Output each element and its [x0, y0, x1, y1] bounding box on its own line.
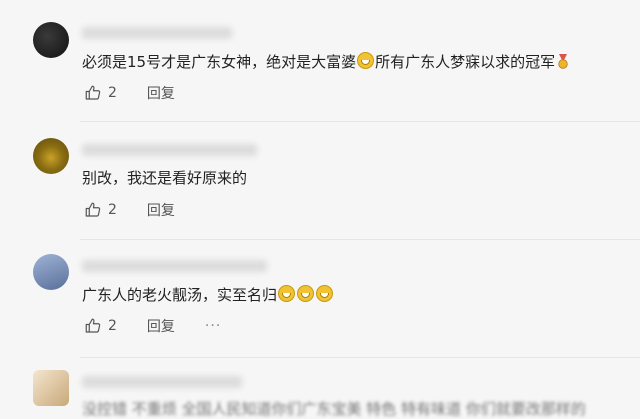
thumbs-up-icon	[85, 318, 101, 333]
username-blurred[interactable]	[82, 260, 267, 272]
avatar[interactable]	[33, 254, 69, 290]
comment-actions: 2 回复 ···	[84, 315, 221, 337]
grinning-face-icon	[316, 285, 334, 302]
like-button[interactable]: 2	[84, 84, 117, 102]
grinning-face-icon	[278, 285, 296, 302]
reply-button[interactable]: 回复	[147, 83, 175, 103]
like-button[interactable]: 2	[84, 201, 117, 219]
medal-icon	[557, 54, 569, 69]
comment-2: 别改，我还是看好原来的 2 回复	[0, 122, 640, 238]
thumbs-up-icon	[85, 85, 101, 100]
username-blurred[interactable]	[82, 376, 242, 388]
like-count: 2	[108, 85, 117, 101]
more-dots-icon[interactable]: ···	[205, 318, 221, 334]
avatar[interactable]	[33, 22, 69, 58]
comment-text: 必须是15号才是广东女神，绝对是大富婆 所有广东人梦寐以求的冠军	[82, 52, 569, 72]
grinning-face-icon	[357, 52, 375, 69]
like-button[interactable]: 2	[84, 317, 117, 335]
comment-4-partial: 没控错 不重烦 全国人民知道你们广东宝美 特色 特有味道 你们就要改那样的	[0, 358, 640, 418]
comment-actions: 2 回复	[84, 199, 175, 221]
username-blurred[interactable]	[82, 144, 257, 156]
comment-text-part: 所有广东人梦寐以求的冠军	[375, 53, 556, 71]
reply-button[interactable]: 回复	[147, 316, 175, 336]
like-count: 2	[108, 202, 117, 218]
reply-button[interactable]: 回复	[147, 200, 175, 220]
comment-3: 广东人的老火靓汤，实至名归 2 回复 ···	[0, 240, 640, 356]
comment-1: 必须是15号才是广东女神，绝对是大富婆 所有广东人梦寐以求的冠军 2 回复	[0, 0, 640, 120]
avatar[interactable]	[33, 138, 69, 174]
comment-text: 广东人的老火靓汤，实至名归	[82, 285, 334, 305]
comment-text: 没控错 不重烦 全国人民知道你们广东宝美 特色 特有味道 你们就要改那样的	[82, 400, 586, 418]
comment-text-part: 必须是15号才是广东女神，绝对是大富婆	[82, 53, 357, 71]
grinning-face-icon	[297, 285, 315, 302]
like-count: 2	[108, 318, 117, 334]
username-blurred[interactable]	[82, 27, 232, 39]
thumbs-up-icon	[85, 202, 101, 217]
comment-text: 别改，我还是看好原来的	[82, 169, 248, 187]
avatar[interactable]	[33, 370, 69, 406]
comment-actions: 2 回复	[84, 82, 175, 104]
comment-text-part: 广东人的老火靓汤，实至名归	[82, 286, 278, 304]
